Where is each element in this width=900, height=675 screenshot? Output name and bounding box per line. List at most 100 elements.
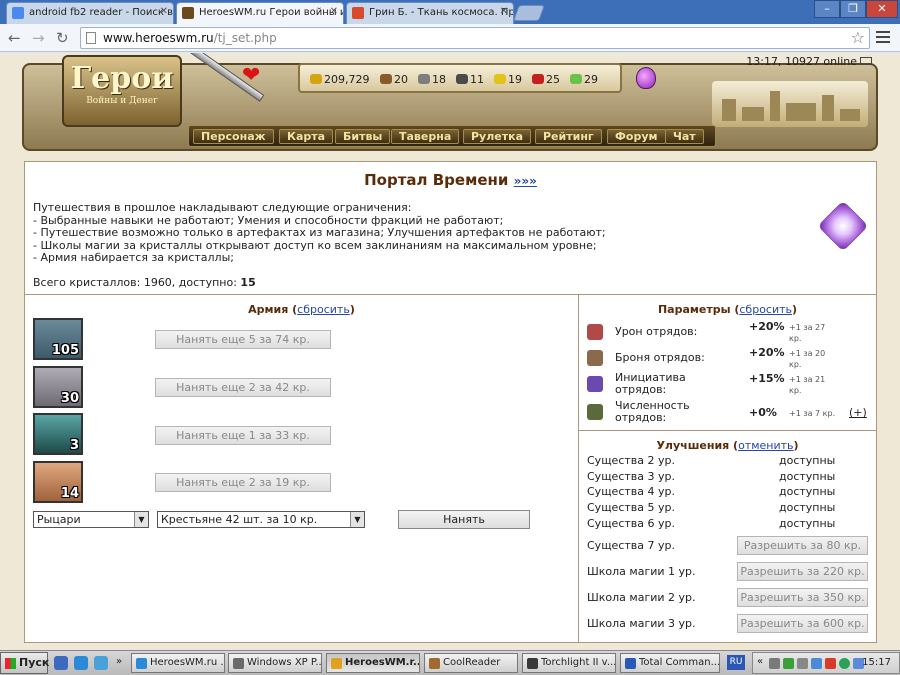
initiative-icon [587,376,603,392]
upgrades-cancel-link[interactable]: отменить [738,439,793,452]
reload-icon[interactable]: ↻ [56,29,69,47]
quicklaunch-icon[interactable] [94,656,108,670]
param-label: Урон отрядов: [615,325,698,338]
gems-icon [570,74,582,84]
page-viewport: Герои Войны и Денег ❤ 209,729 20 18 11 1… [0,53,900,650]
site-favicon-icon [352,7,364,19]
crystal-icon [532,74,544,84]
chrome-icon [331,658,342,669]
tab-close-icon[interactable]: ✕ [160,6,168,17]
param-value: +0% [749,406,777,419]
resource-gold: 209,729 [310,73,370,86]
param-value: +15% [749,372,785,385]
maximize-button[interactable]: ❐ [840,0,866,18]
save-icon[interactable] [54,656,68,670]
minimize-button[interactable]: – [814,0,840,18]
divider [578,430,876,431]
allow-magic-3-button[interactable]: Разрешить за 600 кр. [737,614,868,633]
tray-expand-icon[interactable]: « [757,656,765,667]
nav-rating[interactable]: Рейтинг [535,129,602,144]
nav-tavern[interactable]: Таверна [391,129,460,144]
url-text[interactable]: www.heroeswm.ru/tj_set.php [103,31,277,45]
taskbar-item[interactable]: CoolReader [424,653,518,673]
nav-chat[interactable]: Чат [665,129,704,144]
yandex-icon[interactable] [825,658,836,669]
unit-count: 3 [69,438,79,453]
unit-slot-4[interactable]: 14 [33,461,83,503]
unit-slot-2[interactable]: 30 [33,366,83,408]
nav-roulette[interactable]: Рулетка [463,129,532,144]
windows-taskbar: Пуск » HeroesWM.ru ... Windows XP P... H… [0,650,900,675]
tray-icon[interactable] [797,658,808,669]
unit-slot-3[interactable]: 3 [33,413,83,455]
taskbar-item[interactable]: Windows XP P... [228,653,322,673]
forward-arrow-icon[interactable]: → [32,29,45,47]
faction-select[interactable]: Рыцари ▼ [33,511,149,528]
close-window-button[interactable]: ✕ [866,0,898,18]
browser-menu-icon[interactable] [876,31,890,46]
resource-gems: 29 [570,73,598,86]
troops-icon [587,404,603,420]
mail-icon[interactable] [860,57,872,65]
clock: 15:17 [862,657,891,668]
restriction-line: Путешествия в прошлое накладывают следую… [33,201,412,214]
crystal-icon [817,200,869,252]
taskbar-item[interactable]: HeroesWM.r... [326,653,420,673]
hire-more-button-3[interactable]: Нанять еще 1 за 33 кр. [155,426,331,445]
upgrade-row: Существа 3 ур. доступны [587,470,836,483]
game-logo[interactable]: Герои Войны и Денег [62,55,182,127]
chevron-icon[interactable]: » [116,656,126,670]
divider [25,294,876,295]
gold-icon [310,74,322,84]
address-bar[interactable]: www.heroeswm.ru/tj_set.php ☆ [80,27,870,49]
tray-icon[interactable] [839,658,850,669]
params-reset-link[interactable]: сбросить [739,303,792,316]
taskbar-item[interactable]: HeroesWM.ru ... [131,653,225,673]
new-tab-button[interactable] [513,5,545,21]
start-button[interactable]: Пуск [0,652,49,674]
taskbar-item[interactable]: Total Comman... [620,653,720,673]
unit-slot-1[interactable]: 105 [33,318,83,360]
nav-forum[interactable]: Форум [607,129,666,144]
back-arrow-icon[interactable]: ← [8,29,21,47]
nav-battles[interactable]: Битвы [335,129,391,144]
tray-icon[interactable] [769,658,780,669]
nav-map[interactable]: Карта [279,129,334,144]
ie-icon[interactable] [74,656,88,670]
troops-plus-link[interactable]: (+) [849,406,867,419]
sulfur-icon [494,74,506,84]
hire-more-button-1[interactable]: Нанять еще 5 за 74 кр. [155,330,331,349]
unit-count: 30 [60,391,79,406]
nav-character[interactable]: Персонаж [193,129,274,144]
allow-magic-1-button[interactable]: Разрешить за 220 кр. [737,562,868,581]
hire-button[interactable]: Нанять [398,510,530,529]
upgrade-status: доступны [779,485,836,498]
tab-title: Грин Б. - Ткань космоса. Пр [369,7,514,18]
portal-more-link[interactable]: »»» [514,174,537,188]
param-label: Броня отрядов: [615,351,705,364]
bookmark-star-icon[interactable]: ☆ [851,28,865,47]
potion-icon[interactable] [636,67,656,89]
param-row-damage: Урон отрядов: +20% +1 за 27 кр. [587,320,872,346]
heart-icon[interactable]: ❤ [242,65,260,87]
allow-creatures-7-button[interactable]: Разрешить за 80 кр. [737,536,868,555]
upgrade-row: Существа 2 ур. доступны [587,454,836,467]
faction-select-value: Рыцари [37,513,81,526]
unit-select[interactable]: Крестьяне 42 шт. за 10 кр. ▼ [157,511,365,528]
hire-more-button-4[interactable]: Нанять еще 2 за 19 кр. [155,473,331,492]
tab-close-icon[interactable]: ✕ [500,6,508,17]
browser-tab-2[interactable]: HeroesWM.ru Герои войны и ✕ [176,2,344,24]
hire-more-button-2[interactable]: Нанять еще 2 за 42 кр. [155,378,331,397]
language-indicator[interactable]: RU [727,655,745,670]
allow-magic-2-button[interactable]: Разрешить за 350 кр. [737,588,868,607]
browser-tab-1[interactable]: android fb2 reader - Поиск в ✕ [6,2,174,24]
army-reset-link[interactable]: сбросить [297,303,350,316]
taskbar-item[interactable]: Torchlight II v... [522,653,616,673]
tray-icon[interactable] [783,658,794,669]
tab-close-icon[interactable]: ✕ [330,6,338,17]
param-row-troops: Численность отрядов: +0% +1 за 7 кр. (+) [587,400,872,426]
upgrades-title: Улучшения (отменить) [656,439,799,452]
browser-tab-3[interactable]: Грин Б. - Ткань космоса. Пр ✕ [346,2,514,24]
resource-bar: 209,729 20 18 11 19 25 29 [298,63,622,93]
tray-icon[interactable] [811,658,822,669]
